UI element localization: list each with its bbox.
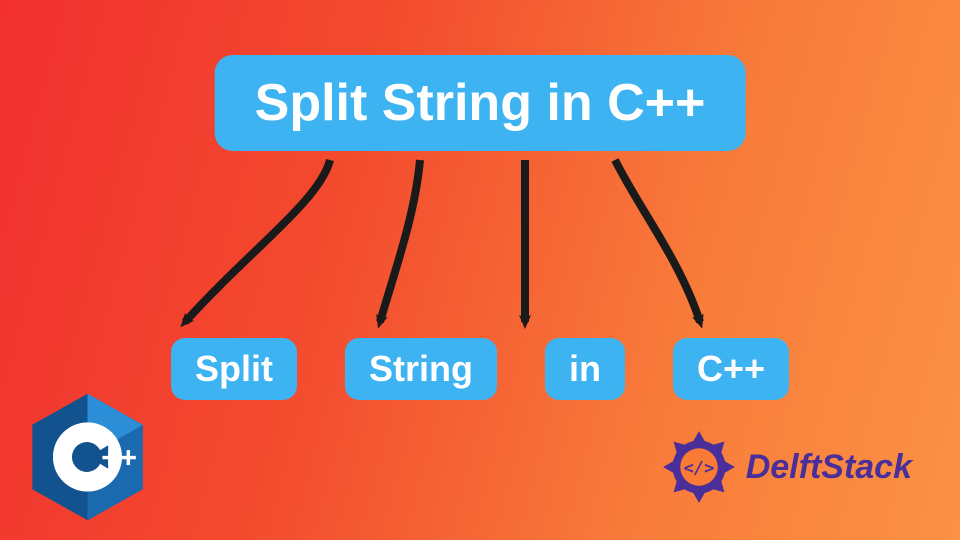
arrow-to-cpp <box>615 160 700 322</box>
svg-text:</>: </> <box>683 458 714 478</box>
cpp-logo-icon <box>30 392 145 522</box>
token-row: Split String in C++ <box>0 338 960 400</box>
arrow-to-string <box>380 160 420 322</box>
gear-icon: </> <box>660 428 738 506</box>
arrow-to-split <box>185 160 330 322</box>
brand-name: DelftStack <box>746 448 912 487</box>
token-in-text: in <box>569 348 601 389</box>
token-cpp-text: C++ <box>697 348 765 389</box>
token-cpp: C++ <box>673 338 789 400</box>
token-split: Split <box>171 338 297 400</box>
token-split-text: Split <box>195 348 273 389</box>
token-string-text: String <box>369 348 473 389</box>
token-in: in <box>545 338 625 400</box>
delftstack-logo: </> DelftStack <box>660 428 912 506</box>
token-string: String <box>345 338 497 400</box>
